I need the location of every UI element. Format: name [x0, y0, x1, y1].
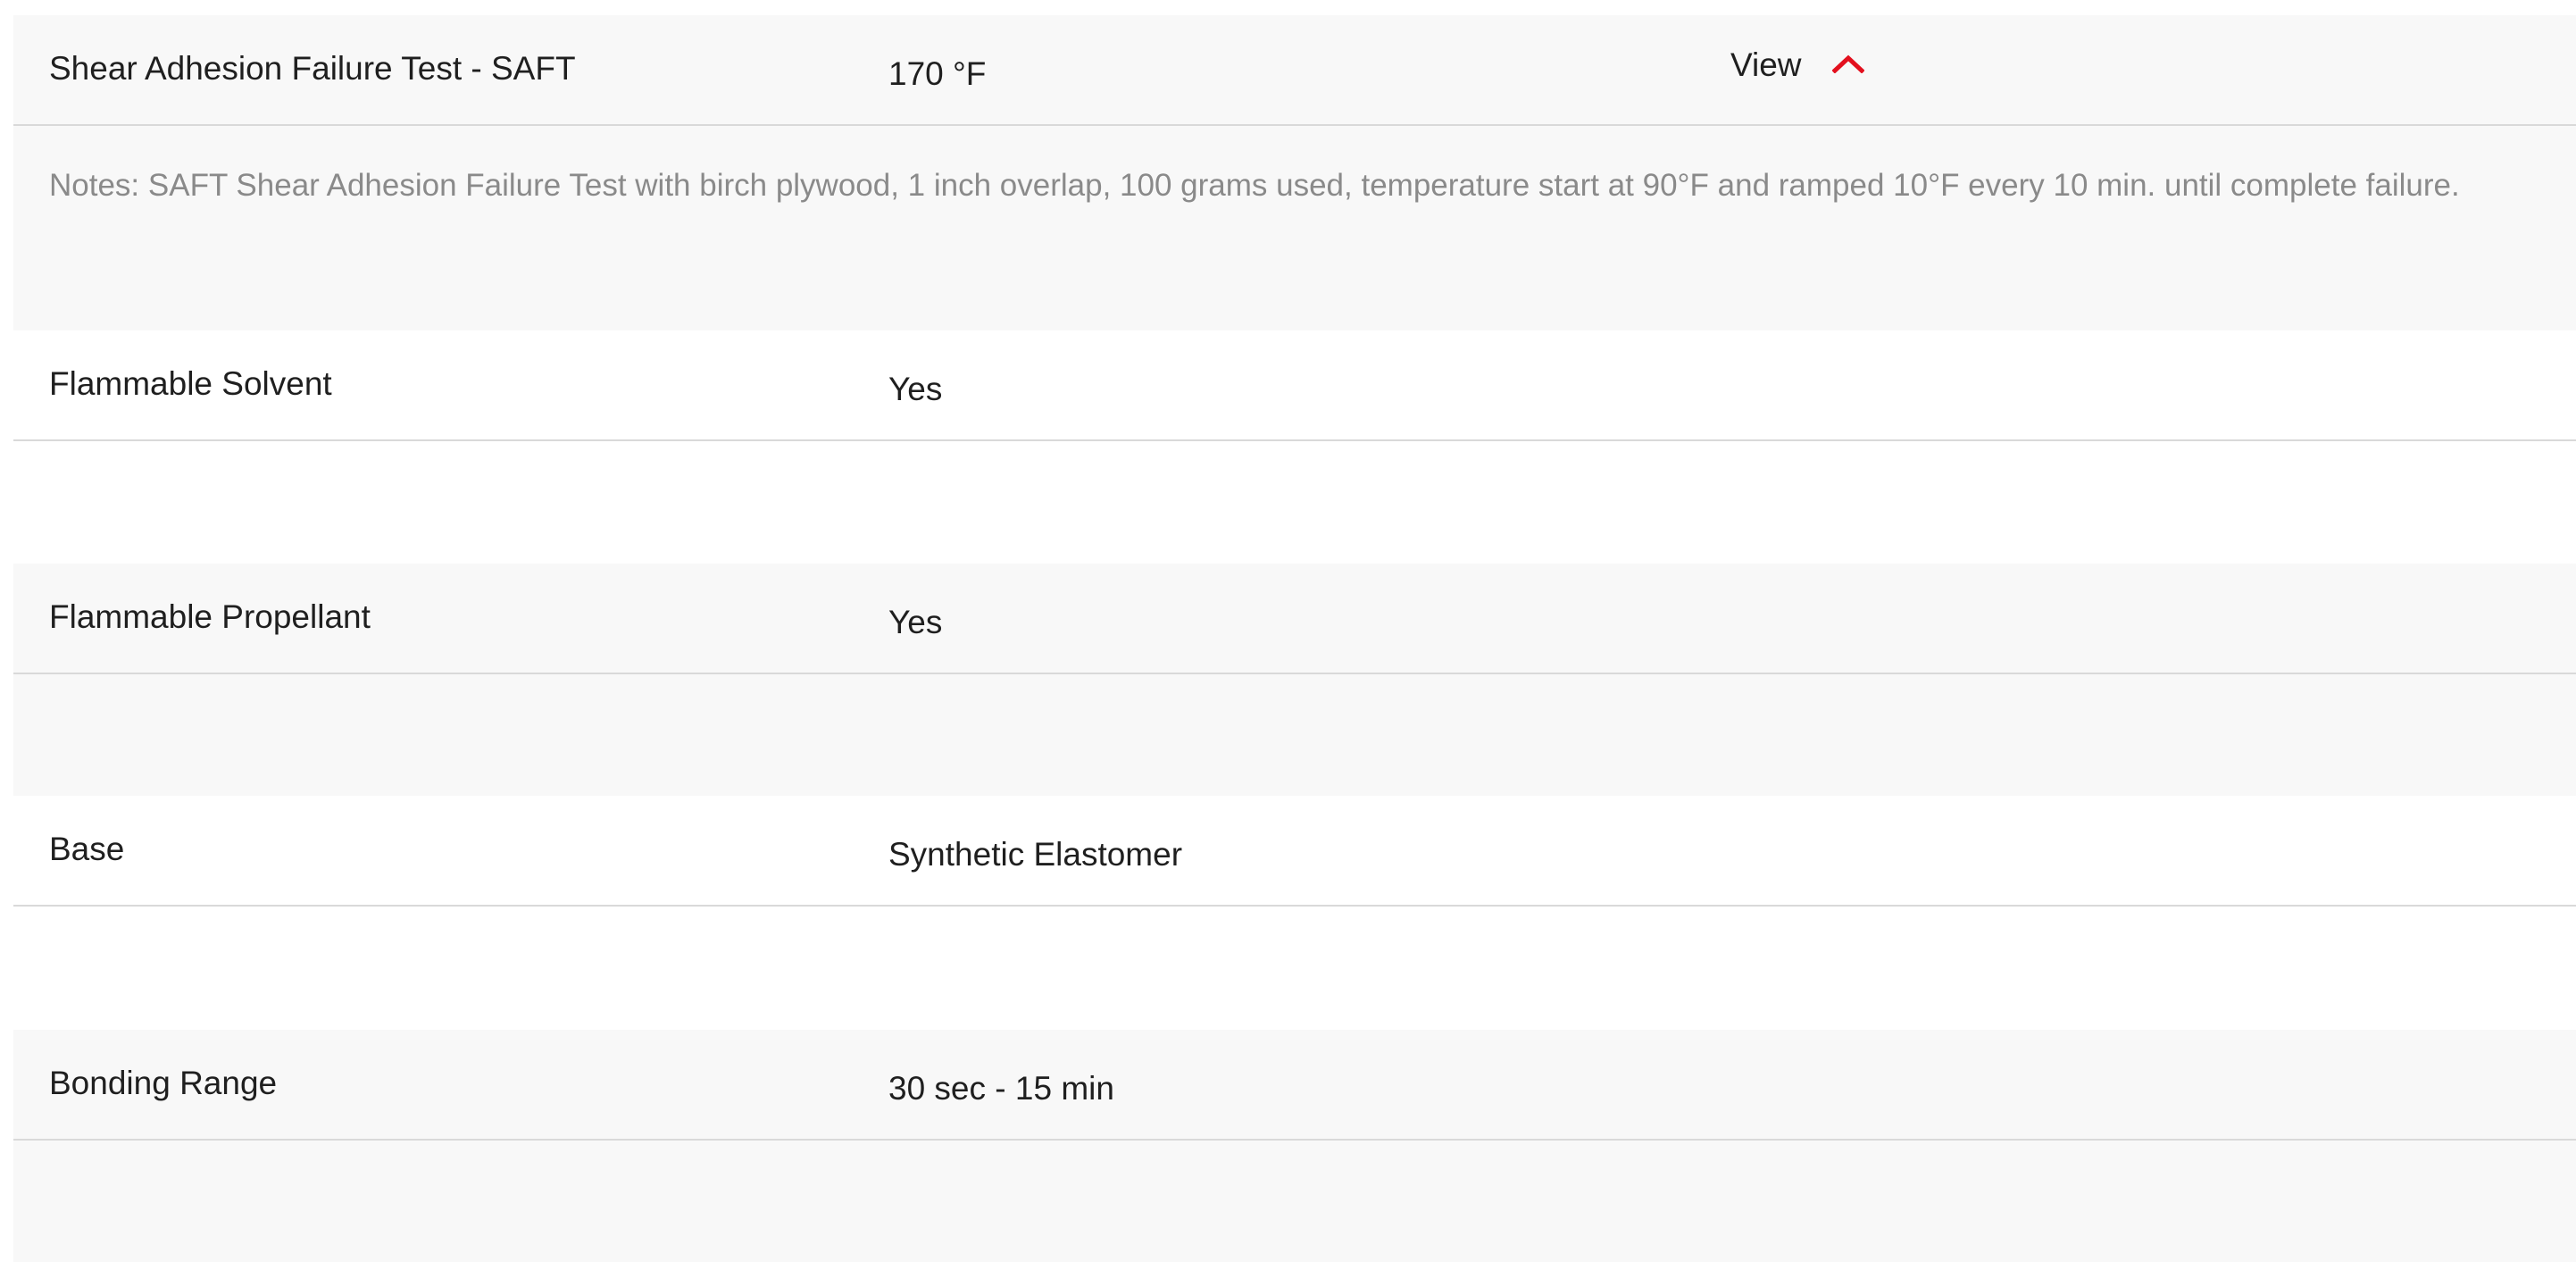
notes-panel-saft: Notes: SAFT Shear Adhesion Failure Test … [13, 126, 2576, 330]
spec-value: Yes [888, 604, 943, 640]
spacer-bonding-range [13, 1141, 2576, 1262]
notes-text: Notes: SAFT Shear Adhesion Failure Test … [49, 168, 2460, 203]
spec-row-bonding-range: Bonding Range 30 sec - 15 min [13, 1030, 2576, 1141]
spec-row-flammable-solvent: Flammable Solvent Yes [13, 330, 2576, 441]
spec-value: Yes [888, 371, 943, 407]
spec-row-saft: Shear Adhesion Failure Test - SAFT 170 °… [13, 15, 2576, 126]
view-notes-toggle[interactable]: View [1730, 46, 1864, 85]
spec-label: Flammable Propellant [49, 598, 371, 635]
spec-value: 170 °F [888, 55, 987, 92]
spec-row-flammable-propellant: Flammable Propellant Yes [13, 564, 2576, 674]
spec-value: 30 sec - 15 min [888, 1070, 1114, 1107]
spacer-base [13, 907, 2576, 1030]
view-toggle-label: View [1730, 46, 1802, 83]
chevron-up-icon [1831, 54, 1864, 74]
spec-label: Bonding Range [49, 1065, 278, 1101]
spacer-flammable-propellant [13, 674, 2576, 796]
spec-label: Base [49, 831, 125, 867]
spec-value: Synthetic Elastomer [888, 836, 1183, 873]
spec-row-base: Base Synthetic Elastomer [13, 796, 2576, 907]
spec-label: Flammable Solvent [49, 365, 332, 402]
spec-label: Shear Adhesion Failure Test - SAFT [49, 50, 576, 87]
spacer-flammable-solvent [13, 441, 2576, 564]
spec-table: Shear Adhesion Failure Test - SAFT 170 °… [13, 15, 2576, 1262]
